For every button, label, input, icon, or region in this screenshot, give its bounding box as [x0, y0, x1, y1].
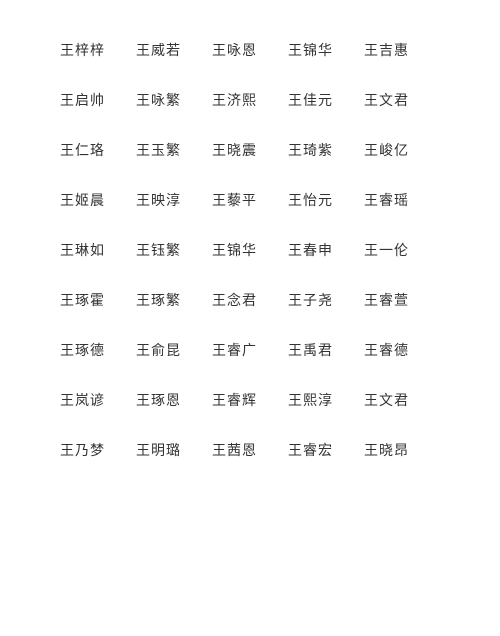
name-cell-8-4: 王晓昂 [364, 440, 440, 460]
name-cell-6-1: 王俞昆 [136, 340, 212, 360]
name-cell-4-1: 王钰繁 [136, 240, 212, 260]
name-cell-7-2: 王睿辉 [212, 390, 288, 410]
name-cell-1-0: 王启帅 [60, 90, 136, 110]
name-cell-8-3: 王睿宏 [288, 440, 364, 460]
name-cell-5-2: 王念君 [212, 290, 288, 310]
name-cell-8-1: 王明璐 [136, 440, 212, 460]
name-cell-2-3: 王琦紫 [288, 140, 364, 160]
name-cell-0-2: 王咏恩 [212, 40, 288, 60]
name-cell-4-0: 王琳如 [60, 240, 136, 260]
row-4: 王琳如王钰繁王锦华王春申王一伦 [60, 240, 440, 260]
name-cell-2-1: 王玉繁 [136, 140, 212, 160]
row-6: 王琢德王俞昆王睿广王禹君王睿德 [60, 340, 440, 360]
name-cell-5-3: 王子尧 [288, 290, 364, 310]
name-cell-0-3: 王锦华 [288, 40, 364, 60]
name-cell-5-0: 王琢霍 [60, 290, 136, 310]
name-cell-0-4: 王吉惠 [364, 40, 440, 60]
name-cell-4-4: 王一伦 [364, 240, 440, 260]
name-cell-8-2: 王茜恩 [212, 440, 288, 460]
row-0: 王梓梓王威若王咏恩王锦华王吉惠 [60, 40, 440, 60]
name-cell-6-4: 王睿德 [364, 340, 440, 360]
name-cell-1-4: 王文君 [364, 90, 440, 110]
name-cell-5-1: 王琢繁 [136, 290, 212, 310]
name-cell-6-0: 王琢德 [60, 340, 136, 360]
name-cell-2-2: 王晓震 [212, 140, 288, 160]
name-cell-0-0: 王梓梓 [60, 40, 136, 60]
name-cell-7-4: 王文君 [364, 390, 440, 410]
name-cell-2-4: 王峻亿 [364, 140, 440, 160]
name-cell-8-0: 王乃梦 [60, 440, 136, 460]
main-content: 王梓梓王威若王咏恩王锦华王吉惠王启帅王咏繁王济熙王佳元王文君王仁珞王玉繁王晓震王… [0, 0, 500, 530]
row-5: 王琢霍王琢繁王念君王子尧王睿萱 [60, 290, 440, 310]
name-cell-7-1: 王琢恩 [136, 390, 212, 410]
name-cell-2-0: 王仁珞 [60, 140, 136, 160]
name-cell-1-2: 王济熙 [212, 90, 288, 110]
name-cell-6-2: 王睿广 [212, 340, 288, 360]
name-cell-3-2: 王藜平 [212, 190, 288, 210]
row-1: 王启帅王咏繁王济熙王佳元王文君 [60, 90, 440, 110]
name-cell-6-3: 王禹君 [288, 340, 364, 360]
name-cell-1-3: 王佳元 [288, 90, 364, 110]
name-cell-4-3: 王春申 [288, 240, 364, 260]
name-cell-7-0: 王岚谚 [60, 390, 136, 410]
row-7: 王岚谚王琢恩王睿辉王熙淳王文君 [60, 390, 440, 410]
name-cell-0-1: 王威若 [136, 40, 212, 60]
name-cell-1-1: 王咏繁 [136, 90, 212, 110]
name-cell-3-0: 王姬晨 [60, 190, 136, 210]
name-cell-5-4: 王睿萱 [364, 290, 440, 310]
name-cell-4-2: 王锦华 [212, 240, 288, 260]
name-cell-3-3: 王怡元 [288, 190, 364, 210]
name-cell-3-4: 王睿瑶 [364, 190, 440, 210]
row-2: 王仁珞王玉繁王晓震王琦紫王峻亿 [60, 140, 440, 160]
name-cell-3-1: 王映淳 [136, 190, 212, 210]
row-3: 王姬晨王映淳王藜平王怡元王睿瑶 [60, 190, 440, 210]
row-8: 王乃梦王明璐王茜恩王睿宏王晓昂 [60, 440, 440, 460]
name-cell-7-3: 王熙淳 [288, 390, 364, 410]
